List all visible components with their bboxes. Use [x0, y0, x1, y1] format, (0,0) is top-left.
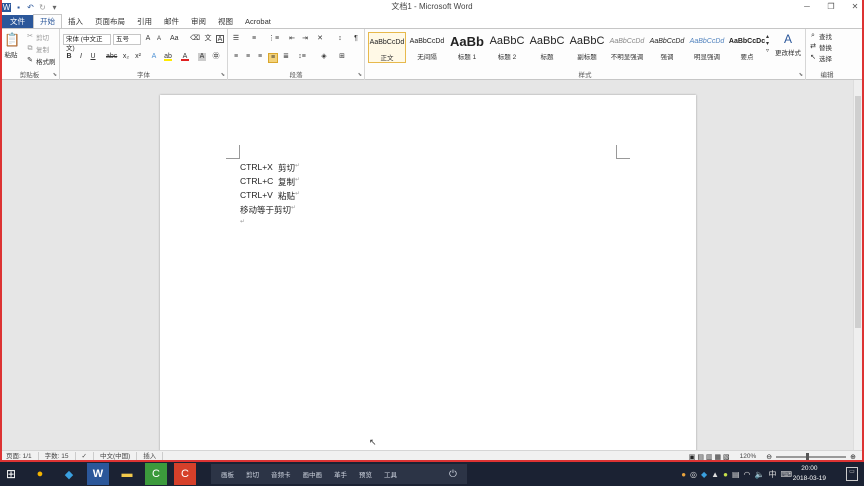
keyboard-icon[interactable]: ⌨ [780, 470, 792, 479]
system-clock[interactable]: 20:00 2018-03-19 [793, 464, 826, 484]
tray-app-icon[interactable]: ● [723, 470, 728, 479]
recorder-item[interactable]: 工具 [384, 469, 397, 479]
windows-taskbar: ⊞ ● ◆ W ▬ C C 画板 剪切 音频卡 画中画 革手 预览 工具 ⏻ ●… [0, 462, 864, 486]
ime-indicator[interactable]: 中 [768, 469, 776, 480]
notification-icon[interactable]: ▭ [846, 467, 858, 481]
clock-date: 2018-03-19 [792, 475, 826, 482]
camtasia-green-icon[interactable]: C [145, 463, 167, 485]
windows-start-icon[interactable]: ⊞ [0, 463, 22, 485]
window-frame-highlight [0, 0, 864, 462]
recorder-item[interactable]: 画中画 [303, 469, 323, 479]
recorder-item[interactable]: 剪切 [246, 469, 259, 479]
clock-time: 20:00 [801, 465, 818, 472]
recorder-item[interactable]: 革手 [334, 469, 347, 479]
recorder-item[interactable]: 预览 [359, 469, 372, 479]
system-tray: ● ◎ ◆ ▲ ● ▤ ◠ 🔈 中 ⌨ [681, 462, 792, 486]
power-icon[interactable]: ⏻ [449, 469, 457, 480]
wechat-icon[interactable]: ◎ [690, 470, 697, 479]
tray-app-icon[interactable]: ● [681, 470, 686, 479]
word-taskbar-icon[interactable]: W [87, 463, 109, 485]
app-diamond-icon[interactable]: ◆ [58, 463, 80, 485]
word-window: W ▪ ↶ ↻ ▾ 文档1 - Microsoft Word ─ ❐ ✕ 文件 … [0, 0, 864, 486]
volume-icon[interactable]: 🔈 [754, 470, 764, 479]
camtasia-red-icon[interactable]: C [174, 463, 196, 485]
folder-icon[interactable]: ▬ [116, 463, 138, 485]
recorder-toolbar: 画板 剪切 音频卡 画中画 革手 预览 工具 ⏻ [211, 464, 467, 484]
network-icon[interactable]: ▤ [732, 470, 740, 479]
recorder-item[interactable]: 画板 [221, 469, 234, 479]
wifi-icon[interactable]: ◠ [744, 470, 751, 479]
recorder-item[interactable]: 音频卡 [271, 469, 291, 479]
tray-app-icon[interactable]: ▲ [711, 470, 719, 479]
chrome-icon[interactable]: ● [29, 463, 51, 485]
tray-app-icon[interactable]: ◆ [701, 470, 707, 479]
